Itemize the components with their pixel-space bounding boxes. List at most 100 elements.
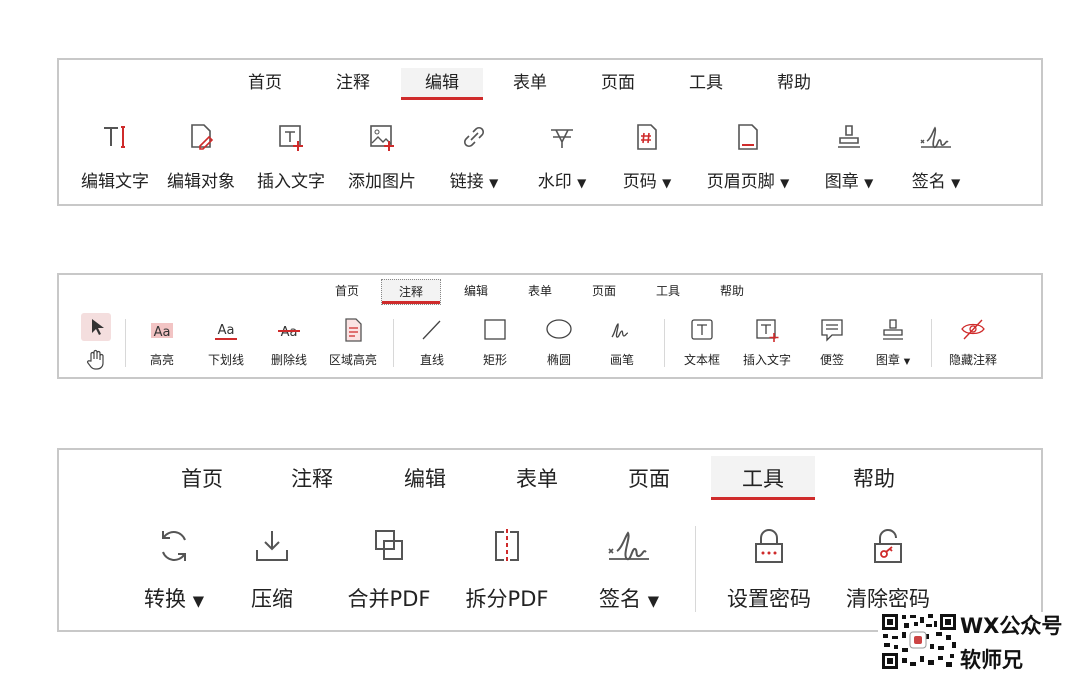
merge-pdf-label: 合并PDF — [347, 587, 431, 611]
eye-off-icon — [961, 319, 985, 340]
compress-label: 压缩 — [251, 587, 293, 611]
download-tray-icon — [256, 531, 288, 561]
highlight-button[interactable]: Aa 高亮 — [137, 317, 187, 373]
highlight-icon: Aa — [151, 323, 173, 340]
pen-icon — [611, 323, 629, 338]
edit-object-button[interactable]: 编辑对象 — [159, 122, 243, 196]
tab-form[interactable]: 表单 — [502, 68, 558, 100]
divider — [125, 319, 126, 367]
add-image-button[interactable]: 添加图片 — [340, 122, 424, 196]
sticky-note-button[interactable]: 便签 — [809, 317, 855, 373]
convert-button[interactable]: 转换 ▼ — [129, 526, 219, 616]
tab-edit[interactable]: 编辑 — [401, 68, 483, 100]
underline-label: 下划线 — [207, 353, 244, 367]
add-image-label: 添加图片 — [348, 172, 416, 192]
tab-help[interactable]: 帮助 — [766, 68, 822, 100]
tab-help[interactable]: 帮助 — [839, 456, 909, 500]
tab-tools[interactable]: 工具 — [646, 279, 690, 303]
signature-icon — [608, 531, 649, 561]
signature-button[interactable]: 签名 ▼ — [901, 122, 971, 196]
line-label: 直线 — [419, 353, 444, 367]
tab-edit[interactable]: 编辑 — [454, 279, 498, 303]
ellipse-icon — [546, 319, 572, 339]
compress-button[interactable]: 压缩 — [234, 526, 310, 616]
tab-edit[interactable]: 编辑 — [390, 456, 460, 500]
stamp-button[interactable]: 图章 ▼ — [865, 317, 921, 373]
line-button[interactable]: 直线 — [408, 317, 456, 373]
watermark-icon — [551, 129, 573, 148]
edit-object-icon — [191, 124, 214, 150]
chevron-down-icon: ▼ — [864, 176, 874, 190]
rectangle-button[interactable]: 矩形 — [471, 317, 519, 373]
divider — [695, 526, 696, 612]
add-image-icon — [370, 125, 394, 151]
tab-page[interactable]: 页面 — [590, 68, 646, 100]
tab-home[interactable]: 首页 — [167, 456, 237, 500]
pen-button[interactable]: 画笔 — [598, 317, 646, 373]
pen-label: 画笔 — [609, 353, 634, 367]
ellipse-button[interactable]: 椭圆 — [535, 317, 583, 373]
textbox-button[interactable]: 文本框 — [676, 317, 728, 373]
tab-annotate[interactable]: 注释 — [277, 456, 347, 500]
area-highlight-icon — [345, 318, 362, 342]
divider — [664, 319, 665, 367]
hide-annotations-label: 隐藏注释 — [948, 353, 997, 367]
tab-form[interactable]: 表单 — [518, 279, 562, 303]
merge-icon — [375, 530, 403, 560]
divider — [393, 319, 394, 367]
split-icon — [495, 529, 519, 563]
qr-code-icon — [880, 612, 958, 671]
page-number-button[interactable]: 页码 ▼ — [612, 122, 682, 196]
strikethrough-icon: Aa — [278, 325, 300, 340]
link-label: 链接 ▼ — [449, 172, 499, 192]
tab-home[interactable]: 首页 — [237, 68, 293, 100]
tab-tools[interactable]: 工具 — [678, 68, 734, 100]
insert-text-icon — [756, 319, 779, 342]
split-pdf-button[interactable]: 拆分PDF — [452, 526, 562, 616]
signature-button[interactable]: 签名 ▼ — [579, 526, 679, 616]
link-button[interactable]: 链接 ▼ — [439, 122, 509, 196]
underline-button[interactable]: Aa 下划线 — [201, 317, 251, 373]
insert-text-button[interactable]: 插入文字 — [735, 317, 799, 373]
header-footer-button[interactable]: 页眉页脚 ▼ — [695, 122, 801, 196]
tab-tools[interactable]: 工具 — [711, 456, 815, 500]
watermark-button[interactable]: 水印 ▼ — [527, 122, 597, 196]
tab-form[interactable]: 表单 — [502, 456, 572, 500]
area-highlight-button[interactable]: 区域高亮 — [321, 317, 385, 373]
sticky-note-icon — [821, 319, 843, 342]
edit-object-label: 编辑对象 — [167, 172, 235, 192]
textbox-icon — [691, 319, 713, 340]
watermark-overlay: WX公众号 软师兄 — [878, 612, 1080, 672]
insert-text-label: 插入文字 — [257, 172, 325, 192]
tools-toolbar-panel: 首页 注释 编辑 表单 页面 工具 帮助 转换 ▼ 压缩 合并PDF 拆分PDF… — [57, 448, 1043, 632]
insert-text-button[interactable]: 插入文字 — [249, 122, 333, 196]
chevron-down-icon: ▼ — [192, 593, 204, 610]
split-pdf-label: 拆分PDF — [465, 587, 549, 611]
link-icon — [463, 126, 485, 148]
set-password-button[interactable]: 设置密码 — [715, 526, 823, 616]
lock-icon — [755, 529, 783, 563]
strikethrough-button[interactable]: Aa 删除线 — [264, 317, 314, 373]
svg-text:Aa: Aa — [218, 323, 235, 338]
tab-annotate[interactable]: 注释 — [325, 68, 381, 100]
tab-annotate[interactable]: 注释 — [381, 279, 441, 305]
hand-tool-button[interactable] — [81, 347, 111, 371]
tab-home[interactable]: 首页 — [325, 279, 369, 303]
header-footer-icon — [738, 124, 758, 150]
stamp-button[interactable]: 图章 ▼ — [814, 122, 884, 196]
page-number-icon — [637, 124, 657, 150]
merge-pdf-button[interactable]: 合并PDF — [334, 526, 444, 616]
edit-text-icon — [104, 126, 125, 148]
annotate-toolbar-panel: 首页 注释 编辑 表单 页面 工具 帮助 Aa 高亮 Aa 下划线 Aa 删除线… — [57, 273, 1043, 379]
tab-page[interactable]: 页面 — [614, 456, 684, 500]
tab-help[interactable]: 帮助 — [710, 279, 754, 303]
hide-annotations-button[interactable]: 隐藏注释 — [941, 317, 1005, 373]
edit-text-button[interactable]: 编辑文字 — [73, 122, 157, 196]
select-tool-button[interactable] — [81, 313, 111, 341]
tab-page[interactable]: 页面 — [582, 279, 626, 303]
chevron-down-icon: ▼ — [647, 593, 659, 610]
clear-password-button[interactable]: 清除密码 — [834, 526, 942, 616]
chevron-down-icon: ▼ — [903, 356, 911, 366]
ellipse-label: 椭圆 — [546, 353, 571, 367]
stamp-icon — [838, 125, 860, 148]
